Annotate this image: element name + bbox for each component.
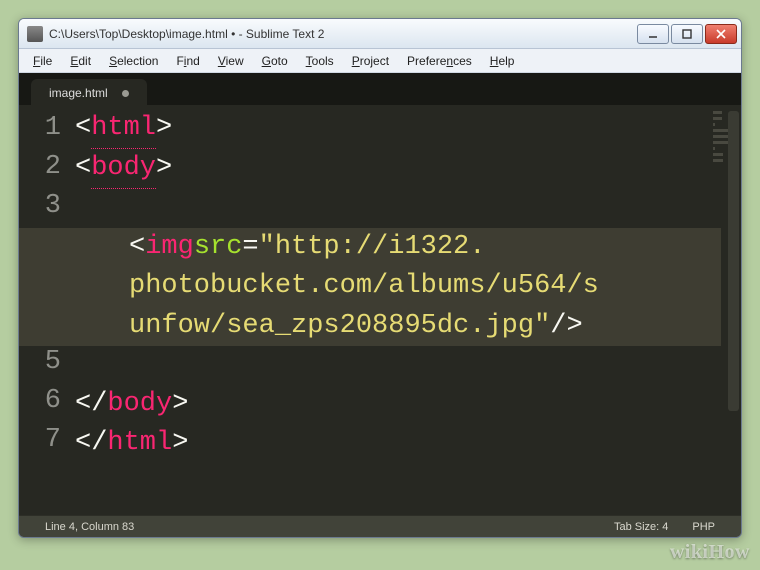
maximize-button[interactable] [671,24,703,44]
close-button[interactable] [705,24,737,44]
code-line-5 [75,346,721,385]
code-line-1: <html> [75,109,721,149]
code-line-4: <img src="http://i1322. photobucket.com/… [19,228,721,345]
menu-help[interactable]: Help [482,52,523,70]
scrollbar[interactable] [728,111,739,411]
menu-selection[interactable]: Selection [101,52,166,70]
code-line-6: </body> [75,385,721,424]
code-line-3 [75,189,721,228]
menu-find[interactable]: Find [168,52,207,70]
titlebar[interactable]: C:\Users\Top\Desktop\image.html • - Subl… [19,19,741,49]
app-icon [27,26,43,42]
menubar: File Edit Selection Find View Goto Tools… [19,49,741,73]
status-tabsize[interactable]: Tab Size: 4 [602,521,680,533]
unsaved-dot-icon [122,90,129,97]
menu-goto[interactable]: Goto [254,52,296,70]
statusbar: Line 4, Column 83 Tab Size: 4 PHP [19,515,741,537]
app-window: C:\Users\Top\Desktop\image.html • - Subl… [18,18,742,538]
watermark: wikiHow [670,541,750,564]
code-text[interactable]: <html> <body> <img src="http://i1322. ph… [75,109,741,515]
tab-label: image.html [49,86,108,100]
menu-project[interactable]: Project [344,52,397,70]
menu-edit[interactable]: Edit [62,52,99,70]
menu-file[interactable]: File [25,52,60,70]
window-controls [637,24,737,44]
window-title: C:\Users\Top\Desktop\image.html • - Subl… [49,27,637,41]
code-line-7: </html> [75,424,721,463]
status-syntax[interactable]: PHP [680,521,727,533]
code-line-2: <body> [75,149,721,189]
minimize-button[interactable] [637,24,669,44]
menu-preferences[interactable]: Preferences [399,52,480,70]
menu-view[interactable]: View [210,52,252,70]
tab-imagehtml[interactable]: image.html [31,79,147,105]
code-area[interactable]: 1 2 3 4 5 6 7 <html> <body> <img src="ht… [19,105,741,515]
editor: image.html 1 2 3 4 5 6 7 <html> <body> [19,73,741,537]
status-position[interactable]: Line 4, Column 83 [33,521,146,533]
menu-tools[interactable]: Tools [298,52,342,70]
tabbar: image.html [19,73,741,105]
